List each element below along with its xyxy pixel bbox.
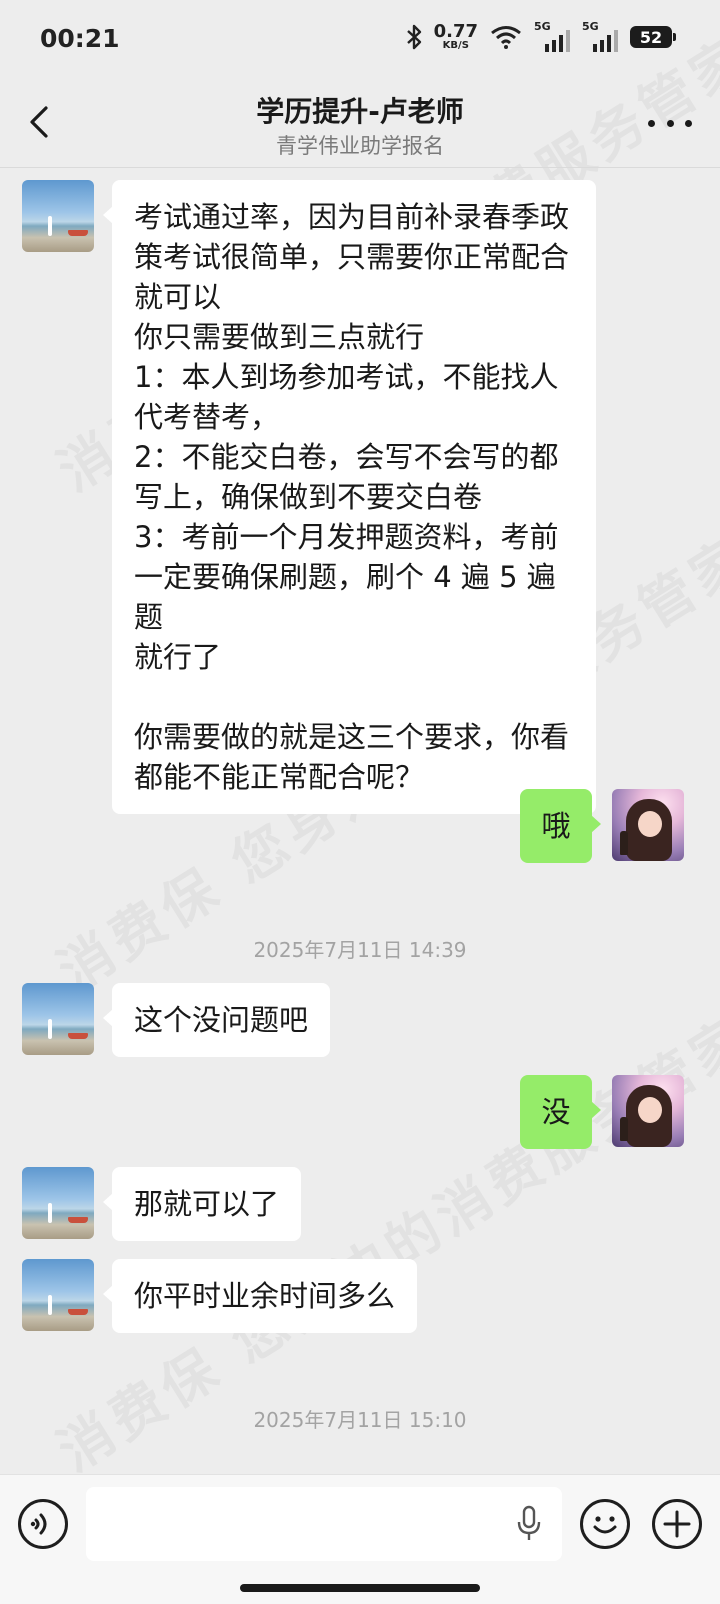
contact-avatar[interactable] [22, 1167, 94, 1239]
plus-icon [663, 1510, 691, 1538]
net-speed: 0.77 KB/S [434, 23, 478, 51]
my-message-bubble[interactable]: 哦 [520, 789, 601, 863]
chat-header: 学历提升-卢老师 青学伟业助学报名 [0, 80, 720, 168]
message-bubble[interactable]: 这个没问题吧 [102, 983, 331, 1057]
signal-2: 5G [582, 20, 618, 52]
emoji-button[interactable] [580, 1499, 630, 1549]
net-speed-value: 0.77 [433, 21, 478, 42]
bluetooth-icon [406, 24, 421, 50]
voice-icon [30, 1513, 47, 1535]
chat-subtitle: 青学伟业助学报名 [276, 134, 444, 158]
more-button[interactable] [648, 108, 692, 138]
plus-button[interactable] [652, 1499, 702, 1549]
message-input[interactable] [86, 1487, 562, 1561]
mic-icon[interactable] [516, 1505, 542, 1543]
signal-icon [545, 30, 570, 52]
more-icon [648, 119, 655, 127]
contact-avatar[interactable] [22, 180, 94, 252]
my-message-bubble[interactable]: 没 [520, 1075, 601, 1149]
signal-icon [593, 30, 618, 52]
battery-level: 52 [639, 27, 663, 47]
status-bar: 00:21 0.77 KB/S 5G 5G 52 [0, 0, 720, 80]
message-timestamp: 2025年7月11日 14:39 [253, 938, 467, 962]
my-avatar[interactable] [612, 1075, 684, 1147]
wifi-icon [491, 26, 521, 49]
chat-title: 学历提升-卢老师 [256, 95, 464, 128]
signal-1: 5G [534, 20, 570, 52]
status-time: 00:21 [40, 24, 120, 53]
my-avatar[interactable] [612, 789, 684, 861]
home-indicator[interactable] [240, 1584, 480, 1592]
battery-icon: 52 [630, 26, 676, 48]
more-icon [666, 119, 674, 127]
voice-button[interactable] [18, 1499, 68, 1549]
contact-avatar[interactable] [22, 1259, 94, 1331]
emoji-icon [593, 1516, 617, 1534]
message-bubble[interactable]: 那就可以了 [102, 1167, 302, 1241]
contact-avatar[interactable] [22, 983, 94, 1055]
message-bubble[interactable]: 你平时业余时间多么 [102, 1259, 418, 1333]
status-icons: 0.77 KB/S 5G 5G 52 [406, 20, 676, 54]
message-bubble[interactable]: 考试通过率，因为目前补录春季政 策考试很简单，只需要你正常配合 就可以 你只需要… [103, 180, 596, 814]
net-speed-unit: KB/S [442, 40, 469, 51]
message-timestamp: 2025年7月11日 15:10 [253, 1408, 467, 1432]
more-icon [685, 119, 692, 127]
